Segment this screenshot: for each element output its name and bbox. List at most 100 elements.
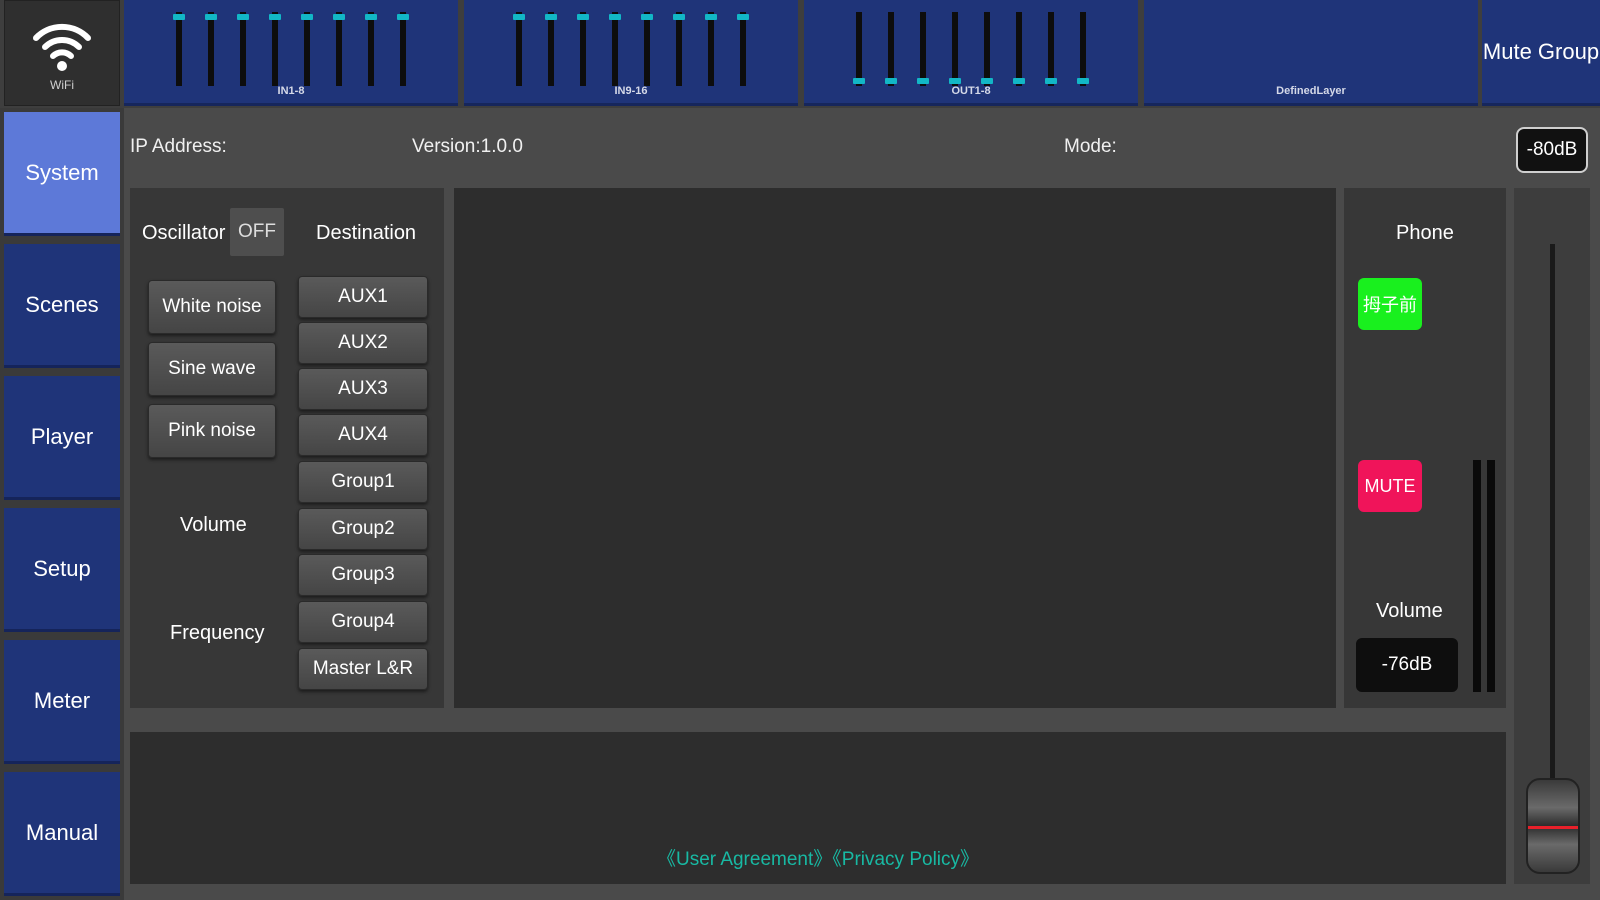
fader-cap [333,14,345,20]
sidebar-item-meter[interactable]: Meter [4,640,120,764]
button-label: 拇子前 [1363,295,1417,315]
fader-cap [205,14,217,20]
button-label: AUX2 [338,332,388,353]
sidebar-item-scenes[interactable]: Scenes [4,244,120,368]
sidebar-item-label: Setup [33,555,91,581]
phone-meter-left [1473,460,1481,692]
sidebar-item-setup[interactable]: Setup [4,508,120,632]
channel-fader [1077,12,1089,86]
channel-fader [205,12,217,86]
destination-group1-button[interactable]: Group1 [298,461,428,503]
oscillator-state: OFF [238,221,276,242]
fader-cap [1045,78,1057,84]
volume-label: Volume [180,514,247,536]
fader-cap [1077,78,1089,84]
fader-cap [641,14,653,20]
button-label: Group4 [331,611,395,632]
destination-aux4-button[interactable]: AUX4 [298,414,428,456]
channel-fader [1013,12,1025,86]
channel-fader [981,12,993,86]
destination-aux1-button[interactable]: AUX1 [298,276,428,318]
frequency-label: Frequency [170,622,265,644]
channel-fader [737,12,749,86]
sine-wave-button[interactable]: Sine wave [148,342,276,396]
fader-cap [609,14,621,20]
channel-fader [365,12,377,86]
master-db-display: -80dB [1516,127,1588,173]
button-label: White noise [162,296,262,317]
fader-cap [737,14,749,20]
fader-cap [577,14,589,20]
phone-volume-display[interactable]: -76dB [1356,638,1458,692]
wifi-button[interactable]: WiFi [4,0,120,106]
version-label: Version:1.0.0 [412,136,523,157]
button-label: MUTE [1364,475,1416,496]
pink-noise-button[interactable]: Pink noise [148,404,276,458]
channel-fader [397,12,409,86]
button-label: AUX1 [338,286,388,307]
button-label: Master L&R [312,658,414,679]
user-agreement-link[interactable]: 《User Agreement》 [657,849,832,870]
layer-label: OUT1-8 [951,85,991,97]
channel-fader [301,12,313,86]
sidebar-item-player[interactable]: Player [4,376,120,500]
channel-fader [673,12,685,86]
button-label: Group3 [331,564,395,585]
button-label: Group2 [331,518,395,539]
phone-meter-right [1487,460,1495,692]
phone-volume-label: Volume [1376,600,1443,622]
channel-fader [705,12,717,86]
destination-label: Destination [316,222,417,244]
mode-label: Mode: [1064,136,1117,157]
white-noise-button[interactable]: White noise [148,280,276,334]
layer-label: DefinedLayer [1276,85,1346,97]
privacy-policy-link[interactable]: 《Privacy Policy》 [832,849,979,870]
channel-fader [333,12,345,86]
fader-knob-indicator [1528,826,1578,829]
destination-aux3-button[interactable]: AUX3 [298,368,428,410]
top-bar: WiFi IN1-8 IN9-16 OUT1-8 DefinedLayer Mu… [0,0,1600,108]
layer-out1-8[interactable]: OUT1-8 [804,0,1138,106]
channel-fader [513,12,525,86]
channel-fader [173,12,185,86]
channel-fader [885,12,897,86]
fader-cap [949,78,961,84]
destination-master-lr-button[interactable]: Master L&R [298,648,428,690]
layer-in1-8[interactable]: IN1-8 [124,0,458,106]
mute-group-label: Mute Group [1482,38,1600,64]
wifi-icon [33,23,91,71]
fader-cap [365,14,377,20]
sidebar: System Scenes Player Setup Meter Manual [0,108,124,900]
destination-group2-button[interactable]: Group2 [298,508,428,550]
master-fader-knob[interactable] [1526,778,1580,874]
fader-cap [1013,78,1025,84]
phone-panel [1344,188,1506,708]
phone-source-button[interactable]: 拇子前 [1358,278,1422,330]
channel-fader [545,12,557,86]
phone-volume-value: -76dB [1381,654,1433,675]
destination-aux2-button[interactable]: AUX2 [298,322,428,364]
layer-in9-16[interactable]: IN9-16 [464,0,798,106]
sidebar-item-manual[interactable]: Manual [4,772,120,896]
channel-fader [237,12,249,86]
button-label: Pink noise [168,420,256,441]
sidebar-item-system[interactable]: System [4,112,120,236]
destination-group4-button[interactable]: Group4 [298,601,428,643]
phone-mute-button[interactable]: MUTE [1358,460,1422,512]
button-label: AUX3 [338,378,388,399]
sidebar-item-label: System [25,159,99,185]
layer-defined[interactable]: DefinedLayer [1144,0,1478,106]
sidebar-item-label: Meter [33,687,91,713]
channel-fader [853,12,865,86]
mute-group-button[interactable]: Mute Group [1482,0,1600,106]
fader-cap [917,78,929,84]
channel-fader [917,12,929,86]
channel-fader [641,12,653,86]
channel-fader [269,12,281,86]
oscillator-toggle[interactable]: OFF [230,208,284,256]
fader-cap [301,14,313,20]
master-fader-track [1550,244,1555,804]
oscillator-label: Oscillator [142,222,226,244]
layer-label: IN1-8 [277,85,305,97]
destination-group3-button[interactable]: Group3 [298,554,428,596]
